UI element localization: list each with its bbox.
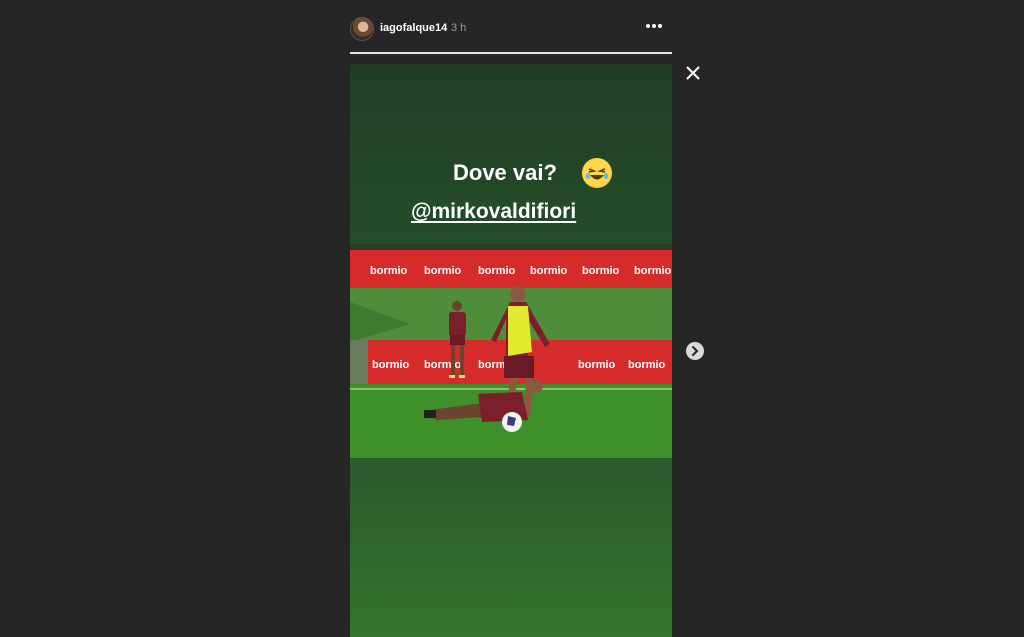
mention-link[interactable]: @mirkovaldifiori	[411, 200, 576, 224]
banner-text-top-2: bormio	[424, 265, 462, 277]
banner-text-top-5: bormio	[582, 265, 620, 277]
banner-text-bottom-4: bormio	[578, 359, 616, 371]
training-photo-illustration: bormio bormio bormio bormio bormio bormi…	[350, 244, 672, 458]
banner-text-top-3: bormio	[478, 265, 516, 277]
banner-text-top-6: bormio	[634, 265, 672, 277]
username[interactable]: iagofalque14	[380, 22, 447, 34]
post-time: 3 h	[451, 22, 467, 34]
story-content[interactable]: Dove vai? @mirkovaldifiori bormio bormio…	[350, 64, 672, 637]
banner-text-bottom-2: bormio	[424, 359, 462, 371]
story-header: iagofalque14 3 h	[350, 14, 672, 44]
close-icon	[686, 66, 700, 80]
banner-text-top-4: bormio	[530, 265, 568, 277]
more-horizontal-icon	[646, 24, 662, 28]
story-photo: bormio bormio bormio bormio bormio bormi…	[350, 244, 672, 458]
close-button[interactable]	[684, 64, 702, 82]
banner-text-top-1: bormio	[370, 265, 408, 277]
avatar[interactable]	[350, 17, 374, 41]
story-progress-bar	[350, 52, 672, 54]
next-story-button[interactable]	[686, 342, 704, 360]
chevron-right-icon	[692, 346, 699, 356]
laughing-emoji-icon	[582, 158, 612, 188]
football	[502, 412, 522, 432]
banner-text-bottom-5: bormio	[628, 359, 666, 371]
caption-text: Dove vai?	[453, 160, 557, 185]
banner-text-bottom-1: bormio	[372, 359, 410, 371]
story-progress-fill	[350, 52, 672, 54]
more-options-button[interactable]	[642, 18, 666, 38]
